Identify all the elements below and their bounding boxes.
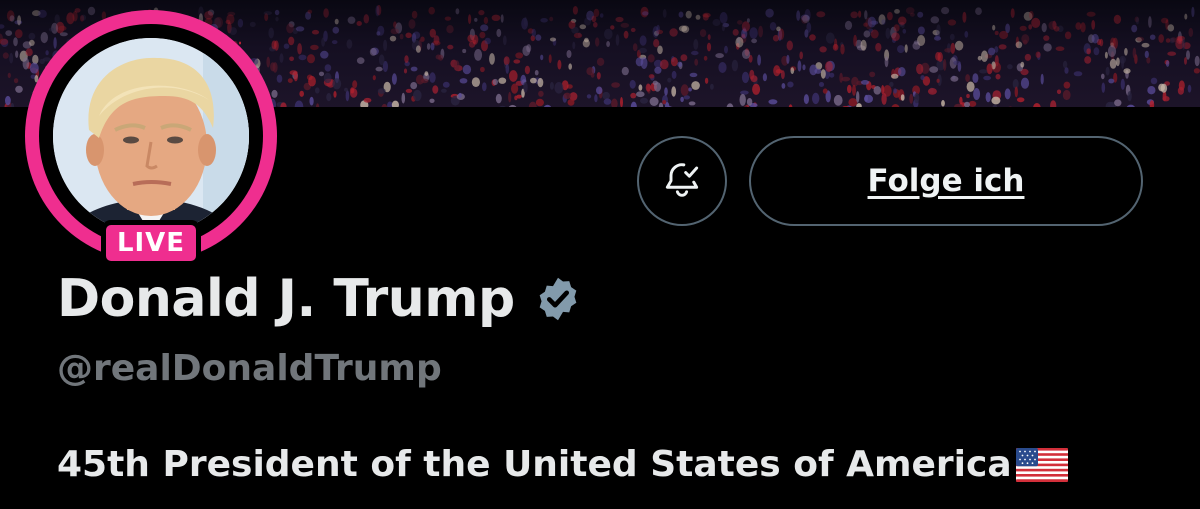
following-button[interactable]: Folge ich (749, 136, 1143, 226)
live-badge[interactable]: LIVE (101, 220, 201, 266)
bell-check-icon (660, 157, 704, 205)
verified-badge-icon[interactable] (533, 274, 583, 324)
profile-bio: 45th President of the United States of A… (57, 444, 1068, 485)
avatar-photo (53, 38, 249, 234)
bio-text: 45th President of the United States of A… (57, 444, 1012, 485)
display-name: Donald J. Trump (57, 269, 515, 329)
us-flag-icon (1015, 447, 1068, 482)
name-row: Donald J. Trump (57, 266, 583, 332)
notifications-button[interactable] (637, 136, 727, 226)
profile-handle: @realDonaldTrump (57, 348, 442, 389)
avatar[interactable]: LIVE (25, 10, 277, 266)
